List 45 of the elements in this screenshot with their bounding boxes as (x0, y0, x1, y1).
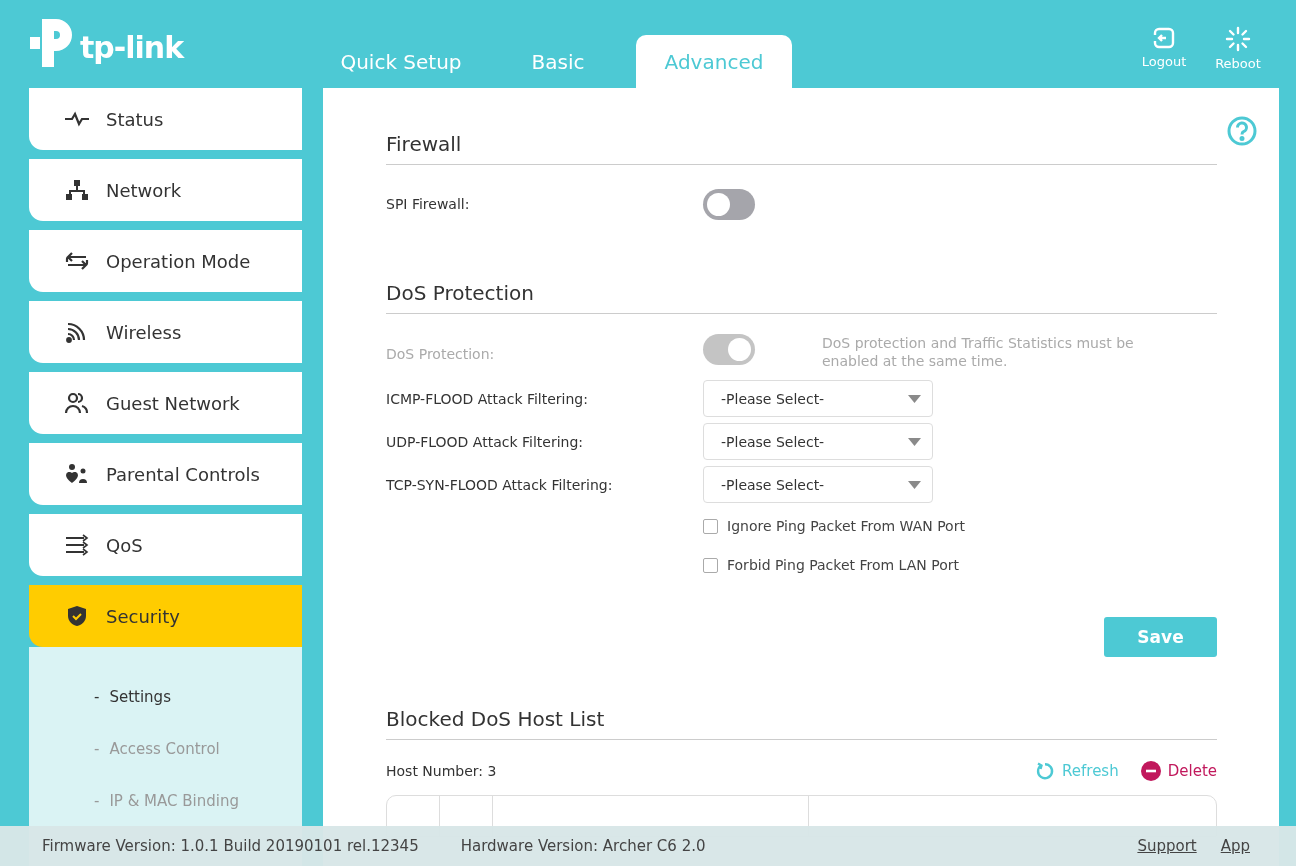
sidebar-item[interactable]: Network (29, 159, 302, 221)
footer-link[interactable]: Support (1137, 837, 1197, 855)
dropdown-arrow-icon (908, 437, 921, 446)
lines-icon (64, 533, 90, 557)
family-icon (64, 462, 90, 486)
checkbox-label: Forbid Ping Packet From LAN Port (727, 557, 959, 573)
checkbox-label: Ignore Ping Packet From WAN Port (727, 518, 965, 534)
sidebar-item[interactable]: Parental Controls (29, 443, 302, 505)
dropdown-field[interactable]: -Please Select- (703, 380, 933, 417)
network-icon (64, 178, 90, 202)
sidebar-item[interactable]: Status (29, 88, 302, 150)
field-label: ICMP-FLOOD Attack Filtering: (386, 390, 589, 407)
hint-text: DoS protection and Traffic Statistics must be enabled at the same time. (822, 334, 1135, 370)
field-label: DoS Protection: (386, 346, 496, 362)
spinner-icon (1225, 25, 1251, 52)
people-icon (64, 391, 90, 415)
firmware-version-text: Firmware Version: 1.0.1 Build 20190101 rel.12345 (42, 837, 419, 855)
logo-text: tp-link (80, 29, 184, 65)
logout-icon (1152, 25, 1176, 50)
footer-link[interactable]: App (1220, 837, 1250, 855)
hardware-version-text: Hardware Version: Archer C6 2.0 (460, 837, 706, 855)
refresh-icon (1035, 761, 1056, 781)
section-title: DoS Protection (386, 281, 1217, 314)
sidebar-item[interactable]: Operation Mode (29, 230, 302, 292)
checkbox[interactable] (703, 557, 718, 573)
checkbox[interactable] (703, 518, 718, 534)
sidebar-item[interactable]: Guest Network (29, 372, 302, 434)
field-label: TCP-SYN-FLOOD Attack Filtering: (386, 476, 614, 493)
sidebar-item[interactable]: Wireless (29, 301, 302, 363)
section-title: Blocked DoS Host List (386, 707, 1217, 740)
sidebar-item[interactable]: QoS (29, 514, 302, 576)
submenu-item[interactable]: - Settings (29, 671, 302, 723)
dropdown-field[interactable]: -Please Select- (703, 423, 933, 460)
minus-circle-icon (1140, 761, 1161, 781)
dropdown-arrow-icon (908, 480, 921, 489)
host-count-text: Host Number: 3 (386, 763, 497, 779)
field-label: UDP-FLOOD Attack Filtering: (386, 433, 585, 450)
field-label: SPI Firewall: (386, 196, 471, 212)
help-icon[interactable] (1227, 116, 1257, 146)
section-title: Firewall (386, 132, 1217, 165)
delete-button[interactable]: Delete (1140, 761, 1217, 781)
toggle-switch[interactable] (703, 188, 755, 220)
dropdown-field[interactable]: -Please Select- (703, 466, 933, 503)
sidebar-item[interactable]: Security (29, 585, 302, 647)
dropdown-arrow-icon (908, 394, 921, 403)
